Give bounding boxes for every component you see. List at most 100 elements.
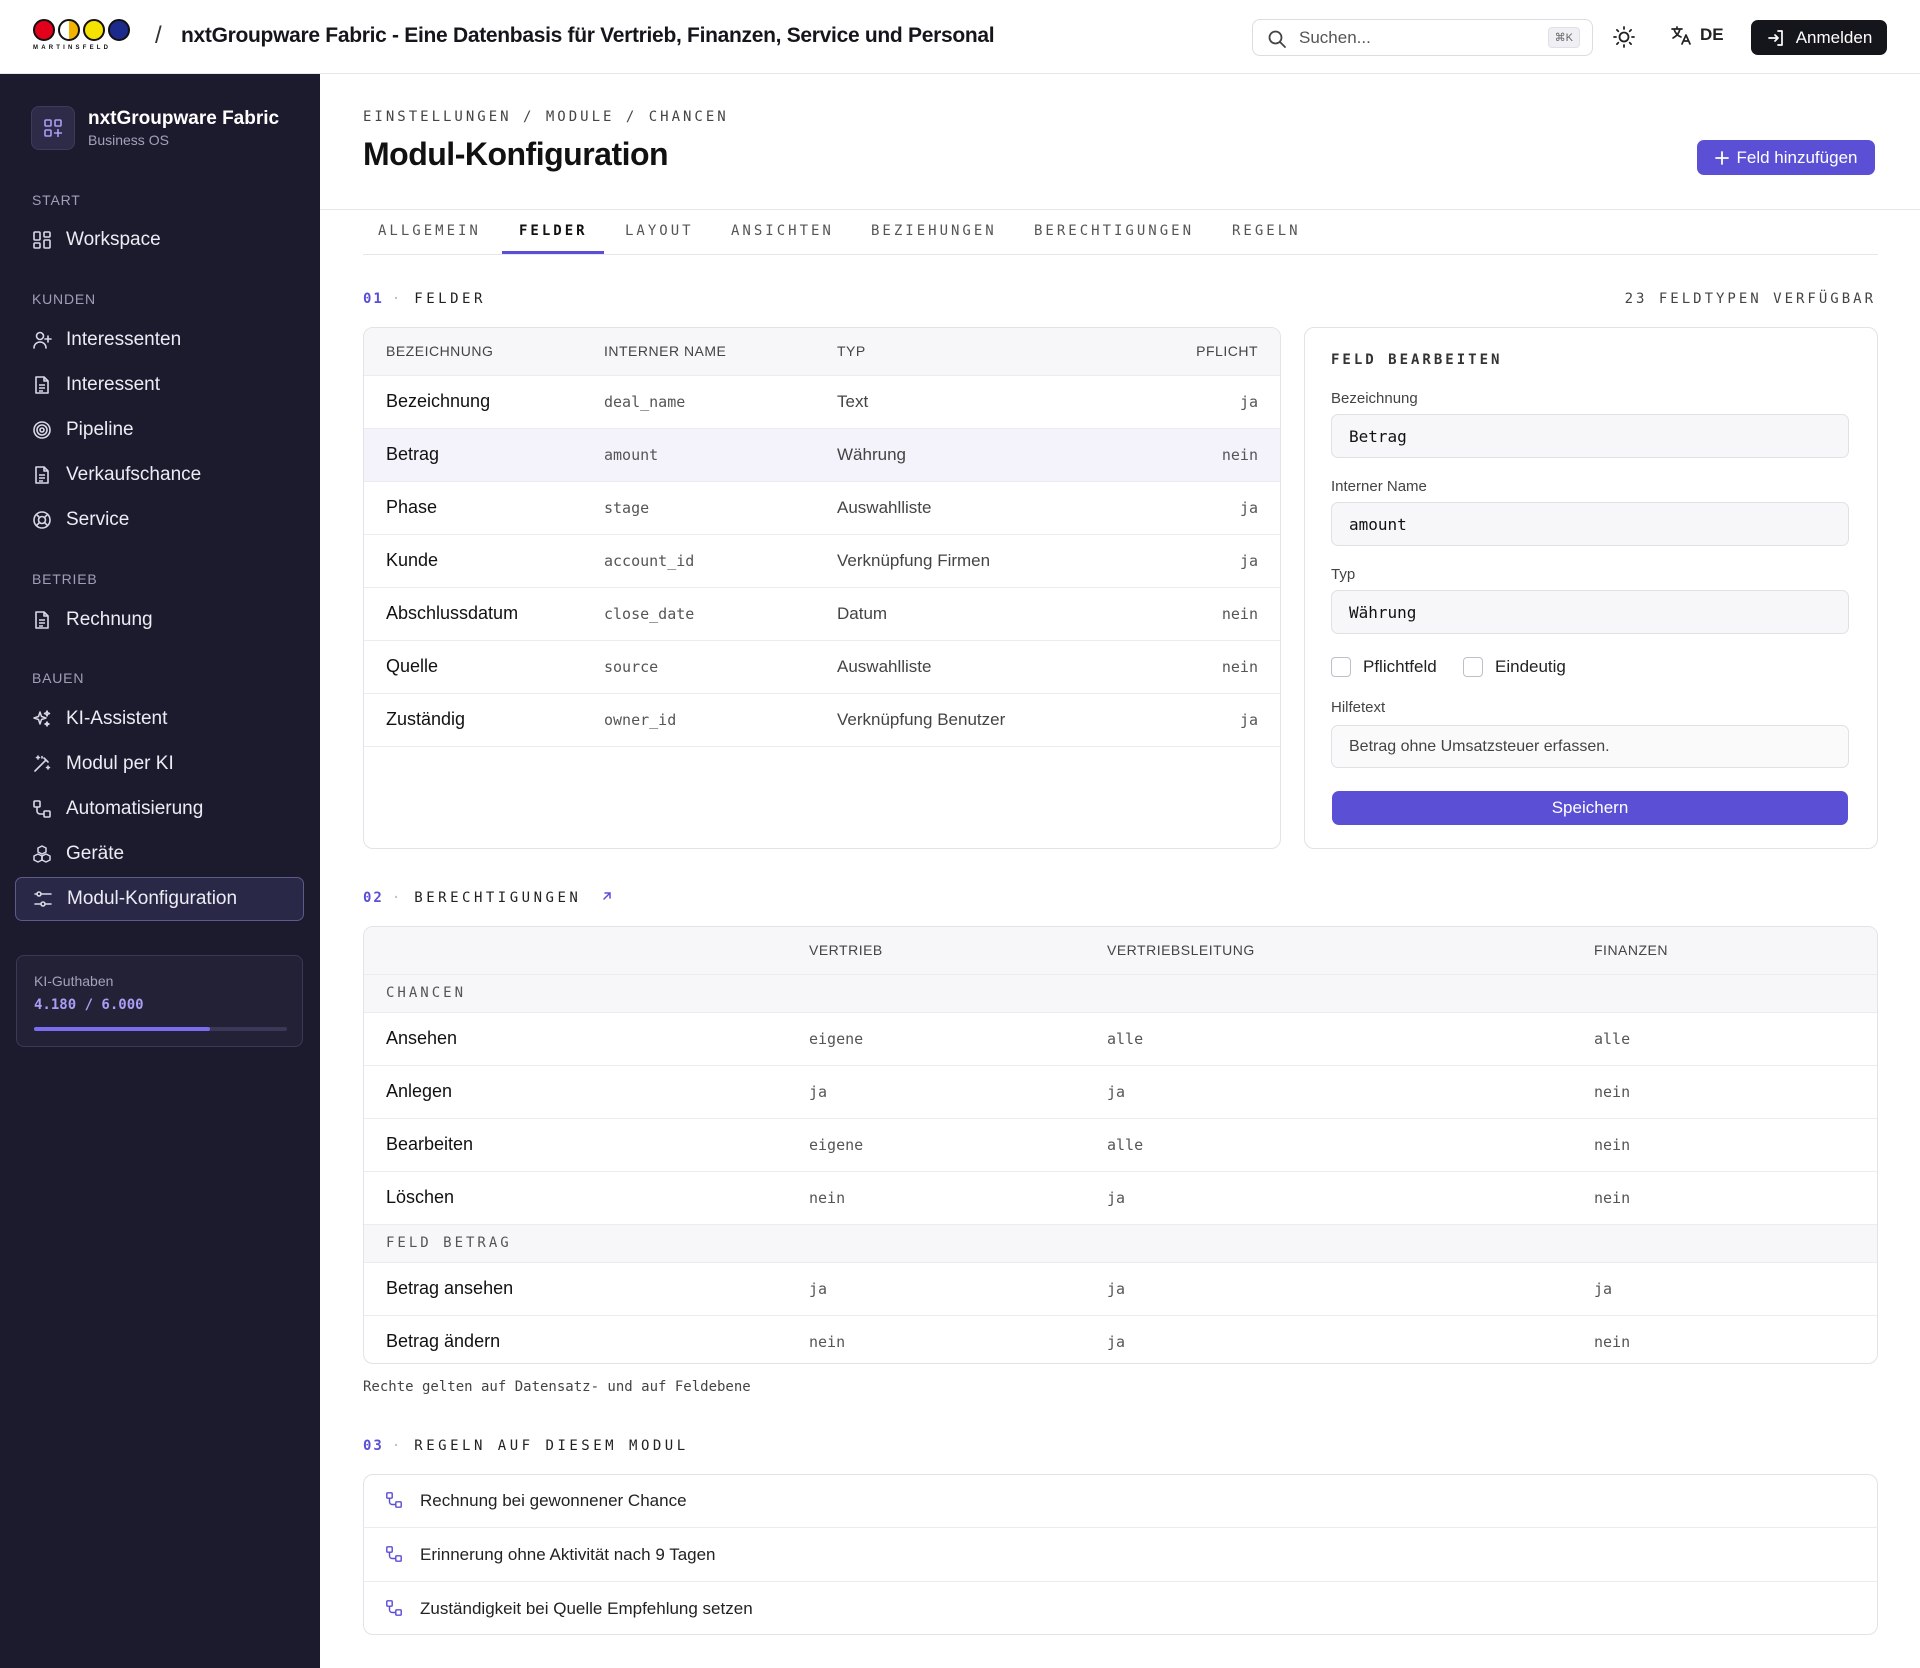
login-button[interactable]: Anmelden	[1751, 20, 1887, 55]
label-bezeichnung: Bezeichnung	[1331, 390, 1418, 407]
save-button[interactable]: Speichern	[1332, 791, 1848, 825]
typ-select[interactable]: Währung	[1331, 590, 1849, 634]
eindeutig-checkbox[interactable]	[1463, 657, 1483, 677]
sidebar-item-modul-konfiguration[interactable]: Modul-Konfiguration	[15, 877, 304, 921]
sidebar-item-ki-assistent[interactable]: KI-Assistent	[15, 697, 304, 741]
user-plus-icon	[33, 331, 52, 349]
tab-regeln[interactable]: REGELN	[1232, 223, 1301, 239]
rule-label: Erinnerung ohne Aktivität nach 9 Tagen	[420, 1544, 716, 1564]
boxes-icon	[33, 845, 51, 863]
rule-item[interactable]: Erinnerung ohne Aktivität nach 9 Tagen	[363, 1528, 1878, 1582]
language-switcher[interactable]: DE	[1670, 24, 1724, 46]
tab-berechtigungen[interactable]: BERECHTIGUNGEN	[1034, 223, 1194, 239]
permission-value[interactable]: alle	[1107, 1012, 1594, 1066]
tab-felder[interactable]: FELDER	[519, 223, 588, 239]
permission-value[interactable]: nein	[1594, 1315, 1877, 1363]
permission-value[interactable]: nein	[1594, 1065, 1877, 1119]
permission-action: Betrag ansehen	[364, 1262, 809, 1316]
field-row[interactable]: Zuständig owner_id Verknüpfung Benutzer ja	[364, 693, 1280, 747]
pflichtfeld-checkbox[interactable]	[1331, 657, 1351, 677]
field-type: Verknüpfung Benutzer	[837, 693, 1137, 747]
sidebar-item-rechnung[interactable]: Rechnung	[15, 598, 304, 642]
page-title: Modul-Konfiguration	[363, 136, 669, 172]
tab-layout[interactable]: LAYOUT	[625, 223, 694, 239]
sidebar-item-interessent[interactable]: Interessent	[15, 363, 304, 407]
tabs-divider-top	[320, 209, 1920, 210]
permission-value[interactable]: nein	[809, 1315, 1107, 1363]
field-label: Bezeichnung	[364, 375, 604, 429]
search-input[interactable]: Suchen... ⌘K	[1252, 19, 1593, 56]
login-icon	[1767, 29, 1783, 46]
permission-value[interactable]: nein	[1594, 1118, 1877, 1172]
permission-row: Löschen nein ja nein	[364, 1171, 1877, 1225]
workflow-icon	[386, 1492, 402, 1508]
rule-item[interactable]: Zuständigkeit bei Quelle Empfehlung setz…	[363, 1582, 1878, 1636]
sidebar-item-modul-per-ki[interactable]: Modul per KI	[15, 742, 304, 786]
permission-value[interactable]: eigene	[809, 1118, 1107, 1172]
ki-credit-card: KI-Guthaben 4.180 / 6.000	[16, 955, 303, 1047]
permission-value[interactable]: ja	[1107, 1315, 1594, 1363]
sidebar-item-geraete[interactable]: Geräte	[15, 832, 304, 876]
sidebar-item-pipeline[interactable]: Pipeline	[15, 408, 304, 452]
field-row[interactable]: Kunde account_id Verknüpfung Firmen ja	[364, 534, 1280, 588]
permission-value[interactable]: ja	[1107, 1171, 1594, 1225]
workflow-icon	[386, 1546, 402, 1562]
tabs-divider-bottom	[363, 254, 1878, 255]
external-link-icon[interactable]	[601, 890, 613, 902]
martinsfeld-logo[interactable]: MARTINSFELD	[33, 19, 139, 55]
theme-toggle-button[interactable]	[1612, 25, 1636, 49]
rule-label: Zuständigkeit bei Quelle Empfehlung setz…	[420, 1599, 753, 1618]
field-row[interactable]: Bezeichnung deal_name Text ja	[364, 375, 1280, 429]
field-row[interactable]: Abschlussdatum close_date Datum nein	[364, 587, 1280, 641]
label-typ: Typ	[1331, 566, 1356, 583]
tab-beziehungen[interactable]: BEZIEHUNGEN	[871, 223, 997, 239]
field-type: Verknüpfung Firmen	[837, 534, 1137, 588]
section-label-start: START	[32, 192, 81, 208]
permission-value[interactable]: alle	[1594, 1012, 1877, 1066]
interner-name-field[interactable]: amount	[1331, 502, 1849, 546]
permission-value[interactable]: nein	[1594, 1171, 1877, 1225]
permission-value[interactable]: ja	[1107, 1262, 1594, 1316]
field-row[interactable]: Quelle source Auswahlliste nein	[364, 640, 1280, 694]
hilfetext-field[interactable]: Betrag ohne Umsatzsteuer erfassen.	[1331, 725, 1849, 768]
brand[interactable]: nxtGroupware Fabric Business OS	[31, 106, 279, 150]
permission-value[interactable]: ja	[1594, 1262, 1877, 1316]
sidebar-item-interessenten[interactable]: Interessenten	[15, 318, 304, 362]
rule-item[interactable]: Rechnung bei gewonnener Chance	[363, 1474, 1878, 1528]
tab-ansichten[interactable]: ANSICHTEN	[731, 223, 834, 239]
field-types-count: 23 FELDTYPEN VERFÜGBAR	[1624, 291, 1876, 307]
sidebar-item-service[interactable]: Service	[15, 498, 304, 542]
sidebar-item-workspace[interactable]: Workspace	[15, 218, 304, 262]
section-header-berechtigungen: 02 · BERECHTIGUNGEN	[363, 890, 613, 906]
field-type: Währung	[837, 428, 1137, 482]
tab-allgemein[interactable]: ALLGEMEIN	[378, 223, 481, 239]
field-required: nein	[1137, 428, 1280, 482]
bezeichnung-field[interactable]: Betrag	[1331, 414, 1849, 458]
add-field-button[interactable]: Feld hinzufügen	[1697, 140, 1875, 175]
permission-value[interactable]: nein	[809, 1171, 1107, 1225]
sidebar-item-verkaufschance[interactable]: Verkaufschance	[15, 453, 304, 497]
permissions-table-header: VERTRIEB VERTRIEBSLEITUNG FINANZEN	[364, 927, 1877, 975]
ki-credit-label: KI-Guthaben	[34, 973, 114, 989]
breadcrumb: EINSTELLUNGEN / MODULE / CHANCEN	[363, 109, 729, 125]
ki-credit-progress-fill	[34, 1027, 211, 1031]
permission-value[interactable]: eigene	[809, 1012, 1107, 1066]
field-required: nein	[1137, 640, 1280, 694]
field-internal-name: stage	[604, 481, 837, 535]
title-separator: /	[155, 22, 162, 49]
permission-value[interactable]: ja	[809, 1065, 1107, 1119]
permission-value[interactable]: ja	[809, 1262, 1107, 1316]
target-icon	[33, 421, 51, 439]
permission-value[interactable]: alle	[1107, 1118, 1594, 1172]
field-row[interactable]: Phase stage Auswahlliste ja	[364, 481, 1280, 535]
search-placeholder: Suchen...	[1299, 28, 1371, 47]
field-internal-name: owner_id	[604, 693, 837, 747]
field-label: Quelle	[364, 640, 604, 694]
field-internal-name: close_date	[604, 587, 837, 641]
field-label: Abschlussdatum	[364, 587, 604, 641]
sidebar-item-automatisierung[interactable]: Automatisierung	[15, 787, 304, 831]
label-hilfetext: Hilfetext	[1331, 699, 1386, 716]
permission-row: Betrag ansehen ja ja ja	[364, 1262, 1877, 1316]
field-row[interactable]: Betrag amount Währung nein	[364, 428, 1280, 482]
permission-value[interactable]: ja	[1107, 1065, 1594, 1119]
